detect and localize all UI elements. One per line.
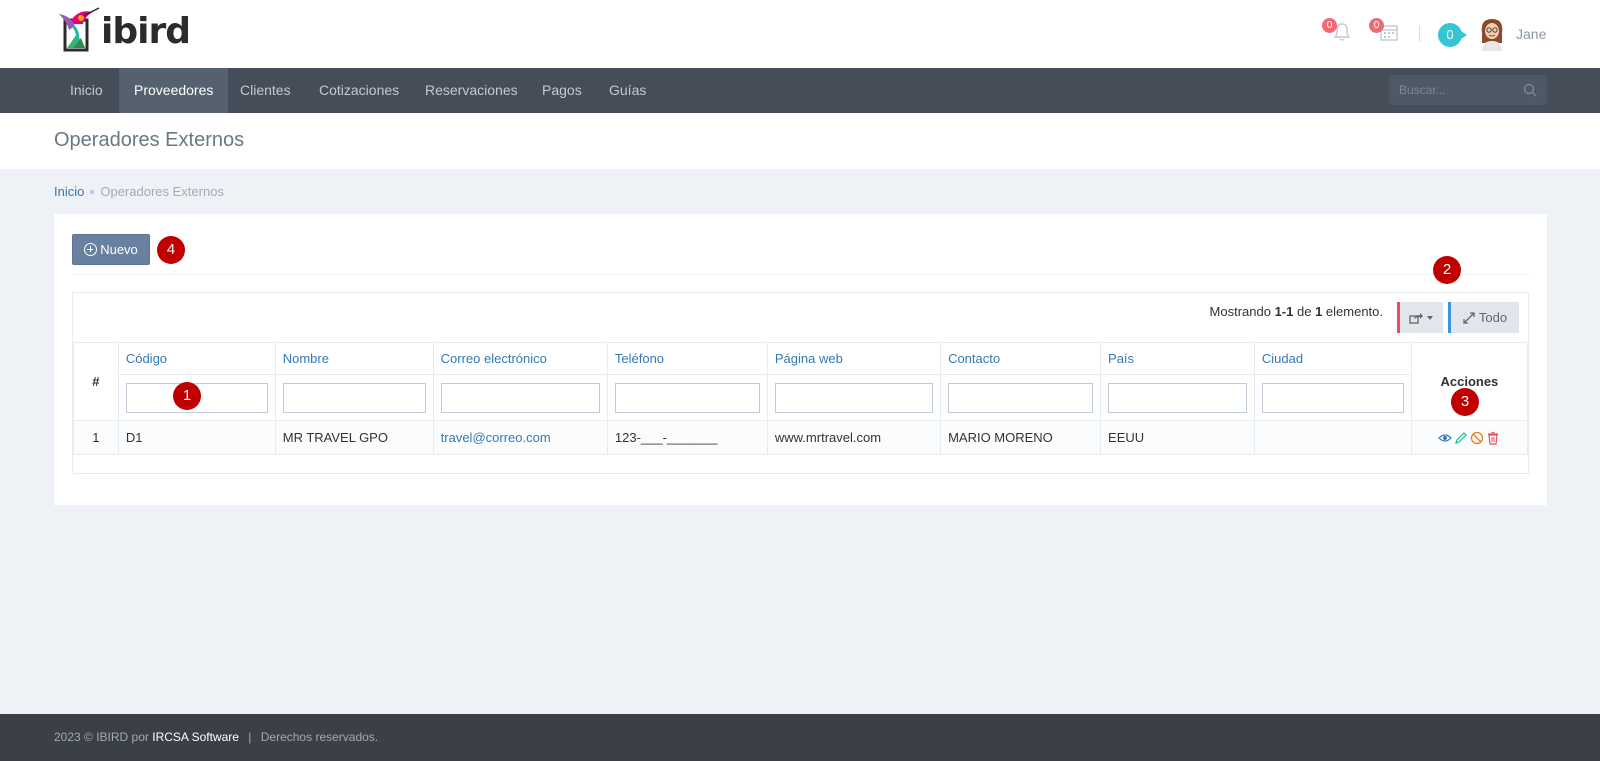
nav-item-inicio[interactable]: Inicio (55, 68, 118, 113)
disable-ban-icon[interactable] (1470, 431, 1484, 445)
footer-text: 2023 © IBIRD por IRCSA Software | Derech… (54, 730, 378, 744)
summary-prefix: Mostrando (1209, 304, 1275, 319)
breadcrumb-separator (90, 190, 95, 194)
nav-item-proveedores[interactable]: Proveedores (119, 68, 229, 113)
column-header-pais[interactable]: País (1100, 342, 1255, 375)
cell-contacto: MARIO MORENO (940, 420, 1102, 455)
user-avatar[interactable] (1478, 17, 1506, 51)
filter-input-nombre[interactable] (282, 382, 426, 413)
filter-input-telefono[interactable] (614, 382, 760, 413)
summary-range: 1-1 (1274, 304, 1294, 319)
table-row: 1 D1 MR TRAVEL GPO travel@correo.com 123… (73, 420, 1529, 455)
grid-view: Mostrando 1-1 de 1 elemento. Todo # Códi… (72, 292, 1529, 474)
ibird-logo[interactable]: ibird (55, 4, 191, 54)
filter-row (74, 374, 1528, 421)
filter-cell-telefono (606, 374, 768, 421)
cell-telefono: 123-___-_______ (606, 420, 768, 455)
new-button[interactable]: Nuevo (72, 234, 150, 265)
caret-down-icon (1427, 315, 1433, 320)
header-divider (1419, 26, 1420, 42)
row-number: 1 (73, 420, 119, 455)
new-button-label: Nuevo (100, 242, 138, 257)
notifications-button[interactable]: 0 (1322, 18, 1354, 44)
annotation-marker-2: 2 (1433, 256, 1461, 284)
cell-pais: EEUU (1100, 420, 1255, 455)
column-header-nombre[interactable]: Nombre (274, 342, 434, 375)
search-icon[interactable] (1523, 83, 1537, 97)
toolbar-separator (72, 274, 1529, 275)
breadcrumb: Inicio Operadores Externos (54, 184, 224, 199)
summary-middle: de (1293, 304, 1316, 319)
share-icon (1409, 312, 1423, 324)
filter-input-ciudad[interactable] (1261, 382, 1404, 413)
footer-separator: | (248, 730, 252, 744)
calendar-button[interactable]: 0 (1369, 18, 1401, 44)
filter-cell-nombre (274, 374, 434, 421)
username[interactable]: Jane (1516, 26, 1546, 42)
footer-rights: Derechos reservados. (260, 730, 379, 744)
brand-name: ibird (101, 10, 191, 52)
filter-input-correo[interactable] (440, 382, 600, 413)
operators-table: # Código Nombre Correo electrónico Teléf… (73, 342, 1529, 455)
filter-cell-correo (432, 374, 608, 421)
breadcrumb-current: Operadores Externos (100, 184, 224, 199)
table-header-row: # Código Nombre Correo electrónico Teléf… (73, 342, 1529, 421)
content-portlet: Nuevo 4 2 Mostrando 1-1 de 1 elemento. T… (54, 214, 1547, 505)
acciones-label: Acciones (1440, 374, 1499, 389)
cell-ciudad (1253, 420, 1412, 455)
hummingbird-logo-icon (55, 4, 103, 54)
annotation-marker-3: 3 (1451, 388, 1479, 416)
row-actions (1419, 431, 1520, 445)
show-all-label: Todo (1478, 310, 1508, 325)
nav-search-box (1389, 75, 1547, 105)
edit-pencil-icon[interactable] (1454, 431, 1468, 445)
nav-item-pagos[interactable]: Pagos (527, 68, 597, 113)
notifications-badge: 0 (1322, 18, 1337, 33)
cell-codigo: D1 (117, 420, 276, 455)
expand-icon (1463, 311, 1475, 324)
summary-suffix: elemento. (1322, 304, 1383, 319)
main-navbar: Inicio Proveedores Clientes Cotizaciones… (0, 68, 1600, 113)
export-dropdown-button[interactable] (1397, 302, 1443, 333)
view-eye-icon[interactable] (1438, 431, 1453, 445)
page-footer: 2023 © IBIRD por IRCSA Software | Derech… (0, 714, 1600, 761)
filter-input-pais[interactable] (1108, 382, 1247, 413)
column-header-correo[interactable]: Correo electrónico (432, 342, 608, 375)
nav-item-clientes[interactable]: Clientes (225, 68, 306, 113)
filter-cell-contacto (940, 374, 1102, 421)
nav-item-guias[interactable]: Guías (594, 68, 661, 113)
messages-count-badge[interactable]: 0 (1438, 23, 1467, 47)
nav-item-reservaciones[interactable]: Reservaciones (410, 68, 533, 113)
filter-input-pagina-web[interactable] (774, 382, 934, 413)
column-header-number: # (73, 342, 119, 421)
annotation-marker-1: 1 (173, 382, 201, 410)
footer-company-link[interactable]: IRCSA Software (152, 730, 239, 744)
column-header-telefono[interactable]: Teléfono (606, 342, 768, 375)
nav-item-cotizaciones[interactable]: Cotizaciones (304, 68, 414, 113)
calendar-badge: 0 (1369, 18, 1384, 33)
cell-correo: travel@correo.com (432, 420, 608, 455)
cell-nombre: MR TRAVEL GPO (274, 420, 434, 455)
filter-cell-pagina-web (766, 374, 942, 421)
annotation-marker-4: 4 (157, 236, 185, 264)
column-header-ciudad[interactable]: Ciudad (1253, 342, 1412, 375)
filter-cell-pais (1100, 374, 1255, 421)
delete-trash-icon[interactable] (1486, 431, 1500, 445)
filter-cell-ciudad (1253, 374, 1412, 421)
top-header: ibird 0 0 0 Jane (0, 0, 1600, 68)
cell-acciones (1410, 420, 1529, 455)
cell-pagina-web: www.mrtravel.com (766, 420, 942, 455)
filter-input-contacto[interactable] (948, 382, 1094, 413)
results-summary: Mostrando 1-1 de 1 elemento. (1210, 304, 1383, 319)
footer-copyright: 2023 © IBIRD por (54, 730, 153, 744)
page-title: Operadores Externos (54, 129, 245, 151)
email-link[interactable]: travel@correo.com (441, 430, 551, 445)
column-header-contacto[interactable]: Contacto (940, 342, 1102, 375)
column-header-codigo[interactable]: Código (117, 342, 276, 375)
breadcrumb-inicio-link[interactable]: Inicio (54, 184, 84, 199)
column-header-pagina-web[interactable]: Página web (766, 342, 942, 375)
plus-circle-icon (84, 243, 98, 256)
page-title-bar: Operadores Externos (0, 113, 1600, 169)
show-all-button[interactable]: Todo (1448, 302, 1519, 333)
